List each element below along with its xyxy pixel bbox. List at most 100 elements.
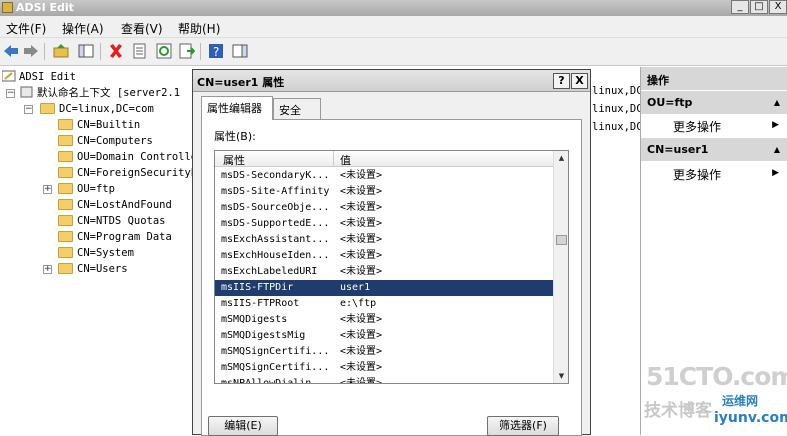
action-group-ou-ftp[interactable]: OU=ftp ▲: [641, 91, 787, 114]
tree-node[interactable]: CN=System: [58, 246, 134, 261]
show-hide-tree-icon[interactable]: [78, 43, 94, 59]
edit-button[interactable]: 编辑(E): [208, 416, 278, 436]
attribute-value: <未设置>: [340, 346, 383, 357]
attribute-value: <未设置>: [340, 186, 383, 197]
tree-node[interactable]: OU=Domain Controlle: [58, 150, 197, 165]
list-item[interactable]: linux,DC: [592, 121, 640, 133]
toolbar: ?: [0, 38, 787, 66]
minimize-button[interactable]: _: [731, 0, 749, 14]
folder-icon: [58, 215, 73, 226]
attribute-row[interactable]: msNPAllowDialin <未设置>: [215, 376, 555, 384]
attribute-row[interactable]: msExchAssistant... <未设置>: [215, 232, 555, 248]
dialog-title-bar: CN=user1 属性 ? X: [193, 70, 590, 92]
action-group-cn-user1[interactable]: CN=user1 ▲: [641, 138, 787, 161]
attribute-row[interactable]: mSMQSignCertifi... <未设置>: [215, 360, 555, 376]
folder-icon: [58, 183, 73, 194]
collapse-toggle[interactable]: −: [6, 89, 15, 98]
tree-node[interactable]: CN=Builtin: [58, 118, 140, 133]
tree-root[interactable]: ADSI Edit: [1, 70, 76, 85]
column-attribute[interactable]: 属性: [223, 152, 245, 168]
tree-node[interactable]: CN=LostAndFound: [58, 198, 172, 213]
attributes-list[interactable]: 属性 值 msDS-SecondaryK... <未设置> msDS-Site-Af…: [214, 150, 569, 384]
tree-node-ou-ftp[interactable]: OU=ftp: [58, 182, 115, 197]
attribute-row[interactable]: msIIS-FTPRoot e:\ftp: [215, 296, 555, 312]
expand-toggle[interactable]: +: [43, 185, 52, 194]
attribute-name: mSMQDigestsMig: [221, 330, 306, 341]
attribute-row[interactable]: msDS-Site-Affinity <未设置>: [215, 184, 555, 200]
attribute-value: user1: [340, 282, 371, 293]
attribute-row[interactable]: msDS-SourceObje... <未设置>: [215, 200, 555, 216]
attribute-row[interactable]: msExchLabeledURI <未设置>: [215, 264, 555, 280]
attribute-row[interactable]: msDS-SupportedE... <未设置>: [215, 216, 555, 232]
attribute-value: <未设置>: [340, 234, 383, 245]
tree-node[interactable]: CN=NTDS Quotas: [58, 214, 166, 229]
expand-toggle[interactable]: +: [43, 265, 52, 274]
delete-icon[interactable]: [108, 43, 124, 59]
column-divider[interactable]: [333, 151, 334, 167]
attribute-name: msDS-SourceObje...: [221, 202, 330, 213]
menu-help[interactable]: 帮助(H): [178, 20, 220, 37]
attribute-value: <未设置>: [340, 314, 383, 325]
back-arrow-icon[interactable]: [3, 43, 19, 59]
attribute-row[interactable]: msIIS-FTPDir user1: [215, 280, 555, 296]
column-value[interactable]: 值: [340, 152, 351, 168]
tab-attribute-editor[interactable]: 属性编辑器: [201, 96, 273, 120]
maximize-button[interactable]: □: [750, 0, 768, 14]
dialog-help-button[interactable]: ?: [553, 73, 570, 89]
more-actions-ou-ftp[interactable]: 更多操作: [673, 118, 721, 135]
collapse-triangle-icon[interactable]: ▲: [774, 98, 780, 107]
tree-node[interactable]: CN=ForeignSecurityP: [58, 166, 197, 181]
svg-text:?: ?: [213, 45, 219, 59]
close-window-button[interactable]: X: [769, 0, 787, 14]
up-folder-icon[interactable]: [53, 43, 69, 59]
collapse-toggle[interactable]: −: [24, 105, 33, 114]
collapse-triangle-icon[interactable]: ▲: [774, 145, 780, 154]
show-action-pane-icon[interactable]: [232, 43, 248, 59]
attribute-name: mSMQSignCertifi...: [221, 346, 330, 357]
properties-icon[interactable]: [132, 43, 148, 59]
scroll-down-arrow-icon[interactable]: ▼: [555, 369, 568, 383]
folder-icon: [40, 103, 55, 114]
attribute-row[interactable]: msExchHouseIden... <未设置>: [215, 248, 555, 264]
tree-node[interactable]: CN=Program Data: [58, 230, 172, 245]
submenu-arrow-icon: ▶: [772, 168, 779, 178]
attribute-name: msNPAllowDialin: [221, 378, 312, 384]
menu-action[interactable]: 操作(A): [62, 20, 104, 37]
scroll-thumb[interactable]: [556, 235, 567, 245]
object-list-pane: linux,DC linux,DC linux,DC: [588, 67, 640, 435]
properties-dialog: CN=user1 属性 ? X 属性编辑器 安全 属性(B): 属性 值 msD…: [192, 69, 591, 436]
adsi-app-icon: [2, 2, 13, 13]
tab-security[interactable]: 安全: [273, 98, 321, 119]
attribute-row[interactable]: mSMQDigestsMig <未设置>: [215, 328, 555, 344]
watermark-line: 51CTO.com: [646, 362, 787, 391]
tree-node[interactable]: CN=Computers: [58, 134, 153, 149]
list-item[interactable]: linux,DC: [592, 85, 640, 97]
menu-view[interactable]: 查看(V): [121, 20, 163, 37]
refresh-icon[interactable]: [156, 43, 172, 59]
attribute-row[interactable]: mSMQSignCertifi... <未设置>: [215, 344, 555, 360]
attribute-value: <未设置>: [340, 378, 383, 384]
dialog-close-button[interactable]: X: [571, 73, 588, 89]
attribute-row[interactable]: msDS-SecondaryK... <未设置>: [215, 168, 555, 184]
tree-naming-context[interactable]: 默认命名上下文 [server2.1: [20, 86, 180, 101]
tree-domain[interactable]: DC=linux,DC=com: [40, 102, 154, 117]
help-icon[interactable]: ?: [208, 43, 224, 59]
scroll-up-arrow-icon[interactable]: ▲: [555, 151, 568, 165]
submenu-arrow-icon: ▶: [772, 120, 779, 130]
attribute-name: msIIS-FTPDir: [221, 282, 294, 293]
folder-icon: [58, 119, 73, 130]
list-item[interactable]: linux,DC: [592, 103, 640, 115]
vertical-scrollbar[interactable]: ▲ ▼: [553, 151, 568, 383]
attribute-row[interactable]: mSMQDigests <未设置>: [215, 312, 555, 328]
filter-button[interactable]: 筛选器(F): [487, 416, 559, 436]
attributes-label: 属性(B):: [214, 130, 256, 143]
actions-header: 操作: [641, 67, 787, 90]
attribute-value: <未设置>: [340, 330, 383, 341]
forward-arrow-icon[interactable]: [23, 43, 39, 59]
export-list-icon[interactable]: [179, 43, 195, 59]
tree-node[interactable]: CN=Users: [58, 262, 128, 277]
attribute-name: msDS-Site-Affinity: [221, 186, 330, 197]
adsi-edit-icon: [1, 70, 16, 82]
menu-file[interactable]: 文件(F): [6, 20, 46, 37]
more-actions-cn-user1[interactable]: 更多操作: [673, 166, 721, 183]
